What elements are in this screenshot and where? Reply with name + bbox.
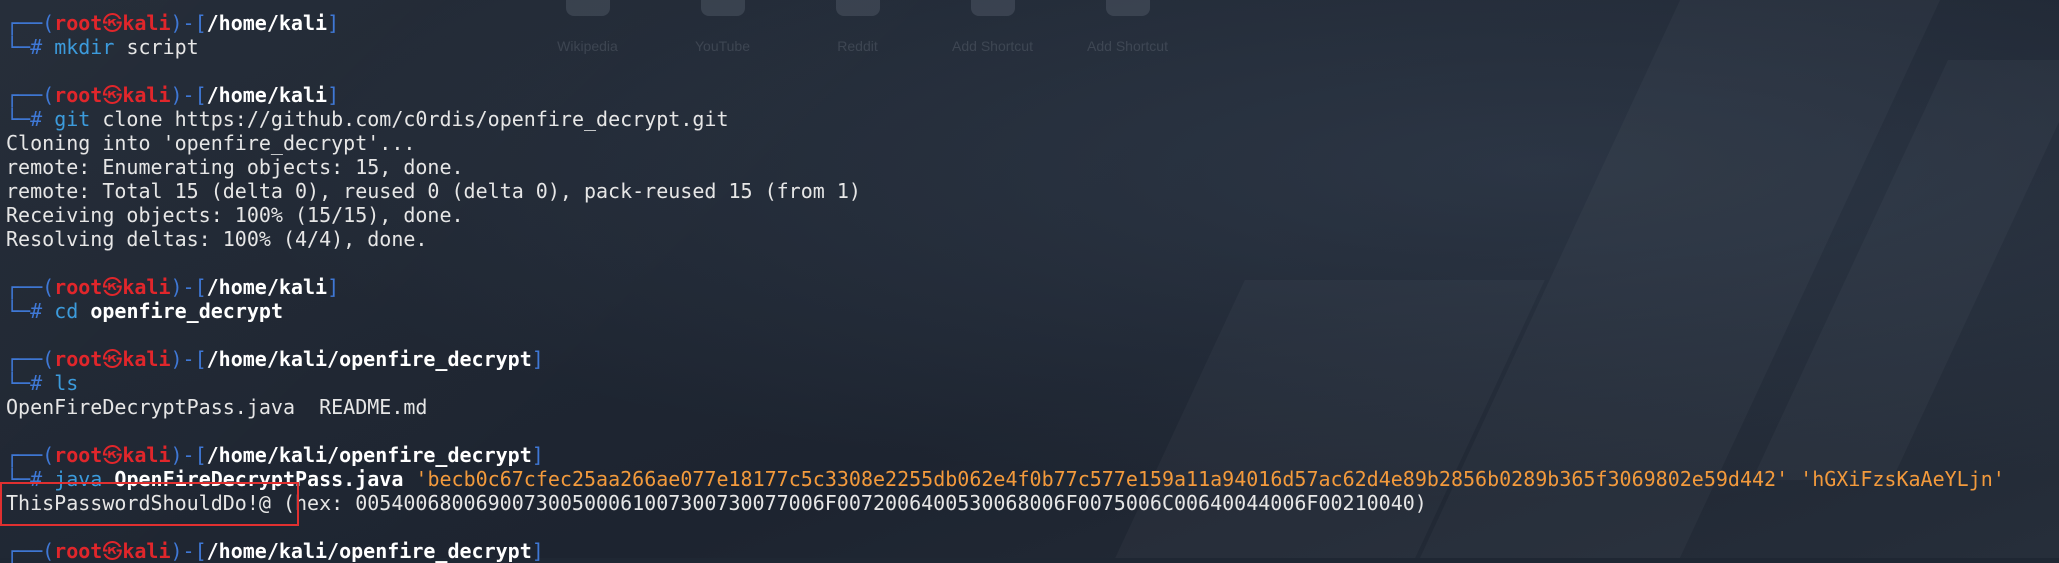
prompt-box: )-[ — [170, 539, 207, 563]
prompt-hash: # — [30, 35, 55, 59]
command-name: cd — [54, 299, 79, 323]
command-name: ls — [54, 371, 79, 395]
prompt-hash: # — [30, 299, 55, 323]
prompt-box: ] — [531, 539, 544, 563]
prompt-host: kali — [122, 347, 171, 371]
prompt-path: /home/kali/openfire_decrypt — [206, 443, 532, 467]
prompt-host: kali — [122, 539, 171, 563]
prompt-user: root — [54, 11, 103, 35]
prompt-box: ] — [327, 275, 340, 299]
highlight-box — [0, 482, 299, 526]
prompt-box: ┌──( — [6, 539, 55, 563]
skull-icon: ㉿ — [102, 539, 123, 563]
prompt-box: ┌──( — [6, 11, 55, 35]
prompt-box: └─ — [6, 371, 31, 395]
prompt-path: /home/kali — [206, 83, 328, 107]
prompt-host: kali — [122, 443, 171, 467]
prompt-box: └─ — [6, 299, 31, 323]
terminal-output[interactable]: ┌──(root㉿kali)-[/home/kali] └─# mkdir sc… — [6, 11, 2059, 563]
output-line: Receiving objects: 100% (15/15), done. — [6, 203, 464, 227]
command-line: └─# ls — [6, 371, 2059, 395]
prompt-box: ] — [327, 11, 340, 35]
skull-icon: ㉿ — [102, 443, 123, 467]
prompt-box: ┌──( — [6, 347, 55, 371]
output-line: Cloning into 'openfire_decrypt'... — [6, 131, 416, 155]
output-line: remote: Enumerating objects: 15, done. — [6, 155, 464, 179]
prompt-line: ┌──(root㉿kali)-[/home/kali] — [6, 275, 2059, 299]
prompt-path: /home/kali — [206, 11, 328, 35]
command-name: mkdir — [54, 35, 115, 59]
prompt-line: ┌──(root㉿kali)-[/home/kali/openfire_decr… — [6, 443, 2059, 467]
command-line: └─# java OpenFireDecryptPass.java 'becb0… — [6, 467, 2059, 491]
prompt-box: )-[ — [170, 347, 207, 371]
prompt-line: ┌──(root㉿kali)-[/home/kali] — [6, 83, 2059, 107]
prompt-box: ] — [531, 443, 544, 467]
command-line: └─# cd openfire_decrypt — [6, 299, 2059, 323]
prompt-box: └─ — [6, 107, 31, 131]
command-string-args: 'becb0c67cfec25aa266ae077e18177c5c3308e2… — [403, 467, 2005, 491]
command-name: git — [54, 107, 91, 131]
prompt-user: root — [54, 539, 103, 563]
prompt-line: ┌──(root㉿kali)-[/home/kali/openfire_decr… — [6, 347, 2059, 371]
prompt-box: )-[ — [170, 443, 207, 467]
prompt-box: )-[ — [170, 83, 207, 107]
prompt-box: ┌──( — [6, 443, 55, 467]
prompt-hash: # — [30, 371, 55, 395]
output-line: OpenFireDecryptPass.java README.md — [6, 395, 428, 419]
skull-icon: ㉿ — [102, 83, 123, 107]
skull-icon: ㉿ — [102, 347, 123, 371]
prompt-host: kali — [122, 11, 171, 35]
command-args: openfire_decrypt — [78, 299, 283, 323]
prompt-user: root — [54, 347, 103, 371]
prompt-path: /home/kali — [206, 275, 328, 299]
prompt-box: )-[ — [170, 11, 207, 35]
prompt-box: ] — [327, 83, 340, 107]
prompt-box: ┌──( — [6, 275, 55, 299]
prompt-host: kali — [122, 275, 171, 299]
skull-icon: ㉿ — [102, 275, 123, 299]
prompt-hash: # — [30, 107, 55, 131]
prompt-box: ┌──( — [6, 83, 55, 107]
command-args: clone https://github.com/c0rdis/openfire… — [90, 107, 729, 131]
prompt-user: root — [54, 83, 103, 107]
command-line: └─# mkdir script — [6, 35, 2059, 59]
prompt-box: ] — [531, 347, 544, 371]
output-line: ThisPasswordShouldDo!@ (hex: 00540068006… — [6, 491, 1427, 515]
command-line: └─# git clone https://github.com/c0rdis/… — [6, 107, 2059, 131]
prompt-path: /home/kali/openfire_decrypt — [206, 539, 532, 563]
output-line: remote: Total 15 (delta 0), reused 0 (de… — [6, 179, 861, 203]
prompt-box: )-[ — [170, 275, 207, 299]
output-line: Resolving deltas: 100% (4/4), done. — [6, 227, 428, 251]
command-args: script — [114, 35, 199, 59]
prompt-host: kali — [122, 83, 171, 107]
prompt-path: /home/kali/openfire_decrypt — [206, 347, 532, 371]
prompt-box: └─ — [6, 35, 31, 59]
prompt-user: root — [54, 443, 103, 467]
skull-icon: ㉿ — [102, 11, 123, 35]
prompt-line: ┌──(root㉿kali)-[/home/kali] — [6, 11, 2059, 35]
prompt-line: ┌──(root㉿kali)-[/home/kali/openfire_decr… — [6, 539, 2059, 563]
prompt-user: root — [54, 275, 103, 299]
